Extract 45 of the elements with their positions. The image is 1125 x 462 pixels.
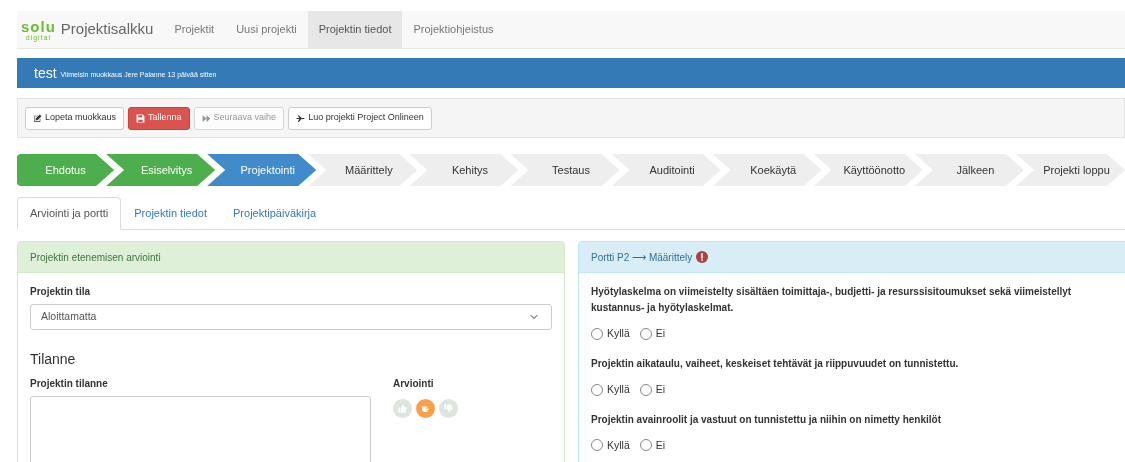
process-step[interactable]: Testaus: [510, 154, 620, 186]
edit-button[interactable]: Lopeta muokkaus: [25, 106, 125, 130]
process-step[interactable]: Kehitys: [409, 154, 519, 186]
process-step[interactable]: Projektointi: [207, 154, 317, 186]
nav-link[interactable]: Projektit: [163, 11, 226, 48]
process-step[interactable]: Jälkeen: [914, 154, 1024, 186]
radio-option[interactable]: Ei: [639, 326, 666, 342]
section-title: Tilanne: [30, 350, 77, 369]
radio-option[interactable]: Ei: [639, 381, 666, 398]
process-step[interactable]: Määrittely: [308, 154, 418, 186]
tab[interactable]: Projektipäiväkirja: [220, 197, 330, 230]
process-step[interactable]: Koekäytä: [712, 154, 822, 186]
status-dropdown[interactable]: Aloittamatta: [30, 304, 552, 330]
process-step[interactable]: Auditointi: [611, 154, 721, 186]
radio-option[interactable]: Kyllä: [591, 381, 630, 398]
field-label: Projektin tilanne: [30, 377, 109, 391]
tab[interactable]: Arviointi ja portti: [17, 197, 122, 230]
hand-icon[interactable]: [416, 399, 435, 418]
nav-link[interactable]: Uusi projekti: [225, 11, 308, 48]
plane-icon: [296, 113, 306, 123]
save-icon: [136, 113, 146, 123]
radio-option[interactable]: Kyllä: [591, 437, 630, 454]
question-text: Hyötylaskelma on viimeistelty sisältäen toimittaja-, budjetti- ja resurssisitoumukset sekä viimeistellyt kustannus- ja hyötylaskelmat.: [591, 285, 1073, 315]
thumbs-up-icon[interactable]: [393, 399, 412, 418]
nav-link[interactable]: Projektiohjeistus: [402, 11, 505, 48]
edit-icon: [33, 113, 42, 123]
fast-forward-icon: [201, 113, 211, 123]
process-step[interactable]: Projekti loppu: [1015, 154, 1125, 186]
question-text: Projektin aikataulu, vaiheet, keskeiset tehtävät ja riippuvuudet on tunnistettu.: [591, 356, 960, 371]
thumbs-down-icon[interactable]: [439, 399, 458, 418]
brand-name[interactable]: Projektisalkku: [60, 11, 164, 48]
field-label: Projektin tila: [30, 285, 91, 299]
tab[interactable]: Projektin tiedot: [121, 197, 221, 230]
save-button[interactable]: Tallenna: [128, 106, 190, 130]
question-text: Projektin avainroolit ja vastuut on tunnistettu ja niihin on nimetty henkilöt: [591, 412, 943, 427]
project-title: test: [34, 63, 57, 83]
nav-link[interactable]: Projektin tiedot: [307, 11, 403, 48]
field-label: Arviointi: [393, 377, 435, 391]
radio-option[interactable]: Ei: [639, 437, 666, 454]
panel-title: Portti P2 ⟶ Määrittely: [591, 250, 693, 265]
radio-option[interactable]: Kyllä: [591, 326, 630, 342]
situation-textarea[interactable]: [30, 396, 371, 462]
panel-title: Projektin etenemisen arviointi: [18, 242, 564, 273]
process-step[interactable]: Käyttöönotto: [813, 154, 923, 186]
plane-button[interactable]: Luo projekti Project Onlineen: [288, 106, 432, 130]
